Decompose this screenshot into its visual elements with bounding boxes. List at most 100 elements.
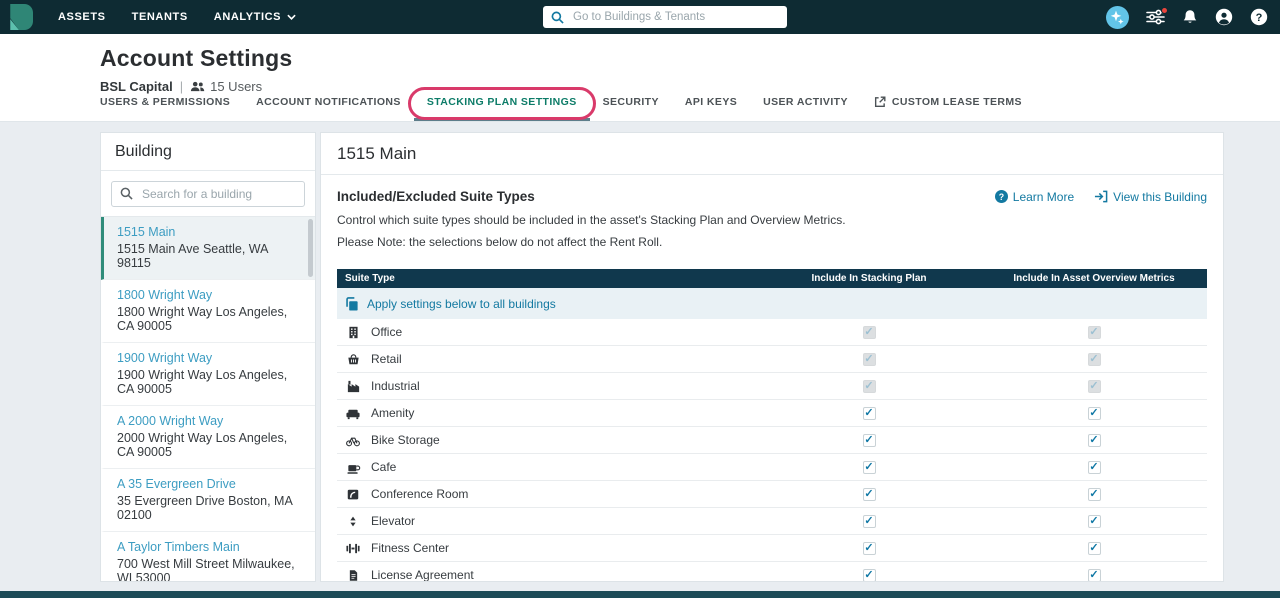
users-icon (190, 81, 205, 92)
learn-more-link[interactable]: ? Learn More (995, 190, 1074, 204)
stacking-plan-cell: ✓ (757, 380, 981, 393)
building-list-item-a-taylor-timbers-main[interactable]: A Taylor Timbers Main 700 West Mill Stree… (101, 532, 315, 582)
building-list-item-1900-wright-way[interactable]: 1900 Wright Way 1900 Wright Way Los Angel… (101, 343, 315, 406)
notifications-bell-icon[interactable] (1182, 9, 1198, 26)
tab-custom-lease-terms[interactable]: CUSTOM LEASE TERMS (861, 96, 1035, 121)
notification-dot (1161, 7, 1168, 14)
top-navbar: ASSETSTENANTS ANALYTICS ? (0, 0, 1280, 34)
tab-api-keys[interactable]: API KEYS (672, 96, 750, 121)
tab-user-activity[interactable]: USER ACTIVITY (750, 96, 861, 121)
global-search[interactable] (543, 6, 787, 28)
building-search (111, 181, 305, 207)
sidebar-scrollbar-thumb[interactable] (308, 219, 313, 277)
building-address: 1900 Wright Way Los Angeles, CA 90005 (117, 368, 303, 396)
building-list-item-1515-main[interactable]: 1515 Main 1515 Main Ave Seattle, WA 98115 (101, 217, 315, 280)
logo-icon (7, 4, 33, 30)
elevator-icon (345, 514, 361, 529)
column-include-stacking-plan: Include In Stacking Plan (757, 273, 981, 284)
checkbox-metrics-fitness-center[interactable]: ✓ (1088, 542, 1101, 555)
stacking-plan-cell: ✓ (757, 461, 981, 474)
account-icon[interactable] (1215, 8, 1233, 26)
checkbox-stacking-cafe[interactable]: ✓ (863, 461, 876, 474)
building-address: 35 Evergreen Drive Boston, MA 02100 (117, 494, 303, 522)
building-address: 700 West Mill Street Milwaukee, WI 53000 (117, 557, 303, 582)
ai-assistant-icon[interactable] (1106, 6, 1129, 29)
nav-item-analytics[interactable]: ANALYTICS (201, 0, 309, 34)
checkbox-stacking-bike-storage[interactable]: ✓ (863, 434, 876, 447)
suite-label: Cafe (337, 460, 757, 475)
tab-stacking-plan-settings[interactable]: STACKING PLAN SETTINGS (414, 96, 590, 121)
checkbox-stacking-office: ✓ (863, 326, 876, 339)
description-line-2: Please Note: the selections below do not… (337, 235, 1207, 249)
stacking-plan-cell: ✓ (757, 488, 981, 501)
building-name[interactable]: 1800 Wright Way (117, 288, 303, 302)
suite-row-amenity: Amenity✓✓ (337, 400, 1207, 427)
checkbox-metrics-bike-storage[interactable]: ✓ (1088, 434, 1101, 447)
main-nav-menu: ASSETSTENANTS ANALYTICS (45, 0, 309, 34)
building-name[interactable]: 1515 Main (117, 225, 303, 239)
tab-label: SECURITY (603, 96, 659, 108)
suite-row-bike-storage: Bike Storage ✓ ✓ (337, 427, 1207, 454)
building-list-item-1800-wright-way[interactable]: 1800 Wright Way1800 Wright Way Los Angel… (101, 280, 315, 343)
building-list-item-a-35-evergreen-drive[interactable]: A 35 Evergreen Drive 35 Evergreen Drive B… (101, 469, 315, 532)
tab-label: ACCOUNT NOTIFICATIONS (256, 96, 401, 108)
building-name[interactable]: A 2000 Wright Way (117, 414, 303, 428)
bottom-strip (0, 591, 1280, 598)
overview-metrics-cell: ✓ (981, 461, 1207, 474)
nav-item-tenants[interactable]: TENANTS (119, 0, 201, 34)
building-address: 1515 Main Ave Seattle, WA 98115 (117, 242, 303, 270)
suite-name: Cafe (371, 460, 396, 474)
tab-security[interactable]: SECURITY (590, 96, 672, 121)
checkbox-stacking-elevator[interactable]: ✓ (863, 515, 876, 528)
stacking-plan-cell: ✓ (757, 569, 981, 582)
checkbox-metrics-license-agreement[interactable]: ✓ (1088, 569, 1101, 582)
copy-icon (345, 297, 359, 311)
external-link-icon (874, 96, 886, 108)
checkbox-metrics-cafe[interactable]: ✓ (1088, 461, 1101, 474)
settings-tab-bar: USERS & PERMISSIONS ACCOUNT NOTIFICATIONS… (100, 96, 1035, 121)
checkbox-stacking-amenity[interactable]: ✓ (863, 407, 876, 420)
checkbox-stacking-fitness-center[interactable]: ✓ (863, 542, 876, 555)
nav-item-label: ANALYTICS (214, 11, 281, 23)
apply-settings-row[interactable]: Apply settings below to all buildings (337, 288, 1207, 319)
app-logo[interactable] (7, 4, 33, 30)
question-circle-icon: ? (995, 190, 1008, 203)
tab-label: STACKING PLAN SETTINGS (427, 96, 577, 108)
checkbox-metrics-industrial: ✓ (1088, 380, 1101, 393)
overview-metrics-cell: ✓ (981, 326, 1207, 339)
preferences-icon[interactable] (1146, 9, 1165, 25)
building-name[interactable]: 1900 Wright Way (117, 351, 303, 365)
checkbox-metrics-amenity[interactable]: ✓ (1088, 407, 1101, 420)
overview-metrics-cell: ✓ (981, 407, 1207, 420)
checkbox-stacking-conference-room[interactable]: ✓ (863, 488, 876, 501)
checkbox-stacking-license-agreement[interactable]: ✓ (863, 569, 876, 582)
section-title: Included/Excluded Suite Types (337, 189, 535, 204)
company-name: BSL Capital (100, 79, 173, 94)
checkbox-metrics-elevator[interactable]: ✓ (1088, 515, 1101, 528)
building-list-item-a-2000-wright-way[interactable]: A 2000 Wright Way2000 Wright Way Los Ang… (101, 406, 315, 469)
building-name[interactable]: A Taylor Timbers Main (117, 540, 303, 554)
account-subtitle: BSL Capital | 15 Users (100, 79, 262, 94)
users-count-label: 15 Users (210, 79, 262, 94)
help-icon[interactable]: ? (1250, 8, 1268, 26)
nav-item-assets[interactable]: ASSETS (45, 0, 119, 34)
building-search-input[interactable] (111, 181, 305, 207)
search-icon (551, 11, 564, 24)
selected-building-title: 1515 Main (321, 133, 1223, 175)
suite-name: Elevator (371, 514, 415, 528)
navbar-right-icons: ? (1106, 0, 1268, 34)
enter-arrow-icon (1094, 190, 1108, 203)
suite-name: Bike Storage (371, 433, 440, 447)
building-name[interactable]: A 35 Evergreen Drive (117, 477, 303, 491)
suite-name: Conference Room (371, 487, 468, 501)
license-agreement-icon (345, 568, 361, 583)
view-building-link[interactable]: View this Building (1094, 190, 1207, 204)
suite-label: Bike Storage (337, 433, 757, 448)
tab-users-permissions[interactable]: USERS & PERMISSIONS (100, 96, 243, 121)
checkbox-metrics-conference-room[interactable]: ✓ (1088, 488, 1101, 501)
suite-label: Elevator (337, 514, 757, 529)
suite-name: License Agreement (371, 568, 474, 582)
global-search-input[interactable] (571, 10, 779, 24)
tab-account-notifications[interactable]: ACCOUNT NOTIFICATIONS (243, 96, 414, 121)
overview-metrics-cell: ✓ (981, 515, 1207, 528)
